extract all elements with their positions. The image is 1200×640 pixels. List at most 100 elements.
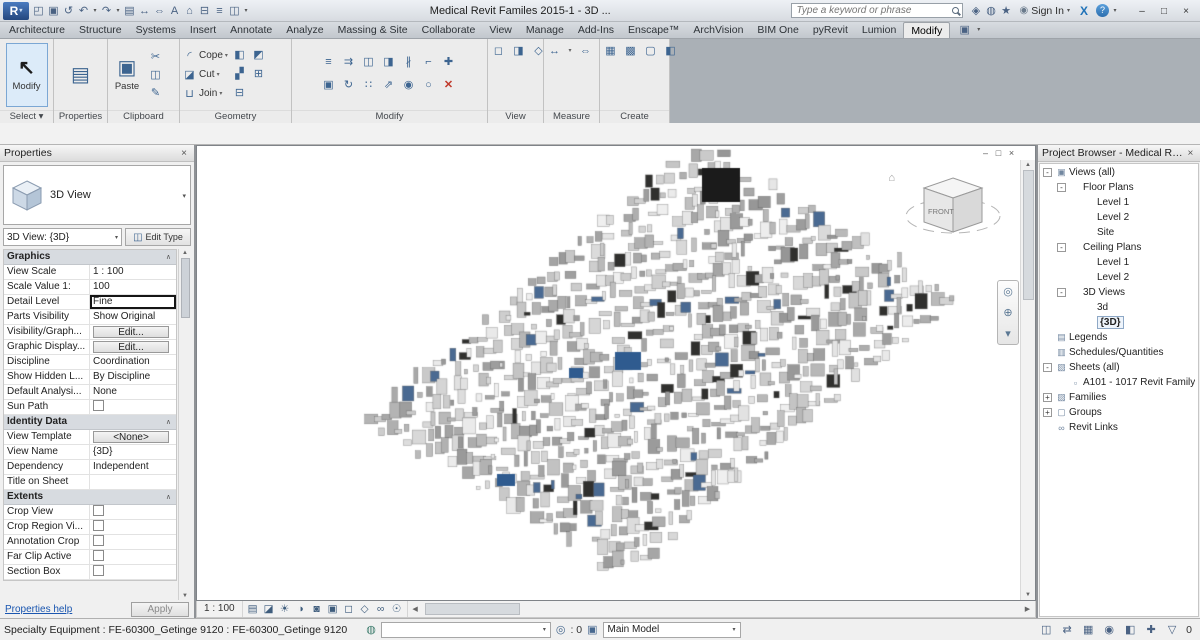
horizontal-scrollbar[interactable]: ◀ ▶ <box>408 601 1035 617</box>
unlocked-3d-view-icon[interactable]: ◇ <box>357 602 373 617</box>
property-value[interactable] <box>90 550 176 564</box>
tree-item[interactable]: - ▣ Views (all) <box>1040 165 1198 180</box>
tree-item-label[interactable]: Site <box>1097 227 1114 238</box>
tree-item-label[interactable]: Level 1 <box>1097 257 1129 268</box>
editing-requests-icon[interactable]: ◎ <box>556 623 566 636</box>
exchange-apps-icon[interactable]: X <box>1080 4 1088 18</box>
panel-label-geometry[interactable]: Geometry <box>180 110 291 123</box>
print-icon[interactable]: ▤ <box>122 3 137 19</box>
search-input[interactable] <box>795 4 950 17</box>
tree-expander-icon[interactable]: + <box>1043 408 1052 417</box>
tab-enscape[interactable]: Enscape™ <box>621 22 686 38</box>
tree-item-label[interactable]: 3D Views <box>1083 287 1125 298</box>
chevron-down-icon[interactable]: ▾ <box>182 192 186 200</box>
unpin-icon[interactable]: ○ <box>420 75 437 91</box>
cope-button[interactable]: ◜ Cope ▾ <box>182 47 228 65</box>
mirror-pick-axis-icon[interactable]: ◫ <box>360 52 377 68</box>
property-value[interactable]: Edit... <box>93 341 169 353</box>
row-sun-path[interactable]: Sun Path <box>4 400 176 415</box>
help-icon[interactable]: ? <box>1096 4 1109 17</box>
tree-item-label[interactable]: Level 2 <box>1097 212 1129 223</box>
tree-item-label[interactable]: Revit Links <box>1069 422 1118 433</box>
communication-center-icon[interactable]: ◍ <box>984 3 999 19</box>
subscription-center-icon[interactable]: ◈ <box>969 3 984 19</box>
tab-insert[interactable]: Insert <box>183 22 223 38</box>
scroll-down-icon[interactable]: ▼ <box>182 593 188 599</box>
row-scale-value[interactable]: Scale Value 1: 100 <box>4 280 176 295</box>
drag-on-selection-icon[interactable]: ✚ <box>1144 622 1158 638</box>
tree-item[interactable]: Level 2 <box>1040 210 1198 225</box>
scroll-up-icon[interactable]: ▲ <box>1025 162 1031 168</box>
tab-annotate[interactable]: Annotate <box>223 22 279 38</box>
tab-collaborate[interactable]: Collaborate <box>415 22 483 38</box>
property-value[interactable]: Show Original <box>90 310 176 324</box>
tree-item-label[interactable]: 3d <box>1097 302 1108 313</box>
tree-expander-icon[interactable]: - <box>1043 168 1052 177</box>
select-links-icon[interactable]: ⇄ <box>1060 622 1074 638</box>
view-scale-button[interactable]: 1 : 100 <box>197 601 243 617</box>
panel-label-clipboard[interactable]: Clipboard <box>108 110 179 123</box>
scroll-left-icon[interactable]: ◀ <box>408 605 423 613</box>
row-section-box[interactable]: Section Box <box>4 565 176 580</box>
row-detail-level[interactable]: Detail Level Fine <box>4 295 176 310</box>
view-instance-dropdown[interactable]: 3D View: {3D} ▾ <box>3 228 122 246</box>
create-assembly-icon[interactable]: ▩ <box>622 43 639 59</box>
match-type-icon[interactable]: ✎ <box>147 85 164 101</box>
visual-style-icon[interactable]: ◪ <box>261 602 277 617</box>
undo-dropdown-icon[interactable]: ▾ <box>91 3 99 19</box>
tab-lumion[interactable]: Lumion <box>855 22 903 38</box>
tree-item[interactable]: ▫ A101 - 1017 Revit Family <box>1040 375 1198 390</box>
tree-item[interactable]: - Ceiling Plans <box>1040 240 1198 255</box>
tree-item[interactable]: {3D} <box>1040 315 1198 330</box>
move-icon[interactable]: ✚ <box>440 52 457 68</box>
tree-item[interactable]: + ▢ Groups <box>1040 405 1198 420</box>
redo-icon[interactable]: ↷ <box>99 3 114 19</box>
tab-analyze[interactable]: Analyze <box>279 22 330 38</box>
property-value[interactable]: Fine <box>90 295 176 309</box>
panel-label-view[interactable]: View <box>488 110 543 123</box>
tree-item[interactable]: - 3D Views <box>1040 285 1198 300</box>
tree-expander-icon[interactable]: - <box>1057 243 1066 252</box>
property-value[interactable]: Coordination <box>90 355 176 369</box>
drawing-viewport[interactable]: –□× ⌂ FRONT ◎⊕▾ ▲ ▼ <box>196 145 1036 601</box>
sun-path-icon[interactable]: ☀ <box>277 602 293 617</box>
tree-item-label[interactable]: Floor Plans <box>1083 182 1134 193</box>
tree-item[interactable]: Level 2 <box>1040 270 1198 285</box>
vertical-scrollbar[interactable]: ▲ ▼ <box>1020 160 1035 600</box>
offset-icon[interactable]: ⇉ <box>340 52 357 68</box>
demolish-icon[interactable]: ▞ <box>231 66 248 82</box>
detail-level-icon[interactable]: ▤ <box>245 602 261 617</box>
help-dropdown-icon[interactable]: ▾ <box>1111 3 1119 19</box>
edit-type-button[interactable]: ◫ Edit Type <box>125 228 191 246</box>
tab-structure[interactable]: Structure <box>72 22 129 38</box>
delete-icon[interactable]: ✕ <box>440 75 457 91</box>
paint-icon[interactable]: ◧ <box>231 47 248 63</box>
row-view-scale[interactable]: View Scale 1 : 100 <box>4 265 176 280</box>
scroll-up-icon[interactable]: ▲ <box>182 250 188 256</box>
default-3d-view-icon[interactable]: ⌂ <box>182 3 197 19</box>
design-option-dropdown[interactable]: Main Model ▾ <box>603 622 741 638</box>
split-face-icon[interactable]: ◩ <box>250 47 267 63</box>
property-value[interactable] <box>90 505 176 519</box>
scroll-right-icon[interactable]: ▶ <box>1020 605 1035 613</box>
worksharing-display-icon[interactable]: ◫ <box>1039 622 1053 638</box>
tree-item-label[interactable]: Level 1 <box>1097 197 1129 208</box>
tab-architecture[interactable]: Architecture <box>2 22 72 38</box>
maximize-button[interactable]: □ <box>1153 3 1175 19</box>
tab-massing-site[interactable]: Massing & Site <box>331 22 415 38</box>
show-rendering-dialog-icon[interactable]: ◙ <box>309 602 325 617</box>
tab-systems[interactable]: Systems <box>129 22 183 38</box>
tree-expander-icon[interactable]: + <box>1043 393 1052 402</box>
align-icon[interactable]: ≡ <box>320 52 337 68</box>
panel-label-select[interactable]: Select ▾ <box>0 110 53 123</box>
tree-item-label[interactable]: Ceiling Plans <box>1083 242 1141 253</box>
mirror-draw-axis-icon[interactable]: ◨ <box>380 52 397 68</box>
select-by-face-icon[interactable]: ◧ <box>1123 622 1137 638</box>
design-options-icon[interactable]: ▣ <box>587 623 597 636</box>
panel-label-properties[interactable]: Properties <box>54 110 107 123</box>
save-icon[interactable]: ▣ <box>46 3 61 19</box>
section-icon[interactable]: ⊟ <box>197 3 212 19</box>
close-button[interactable]: × <box>1175 3 1197 19</box>
row-visibility-graphics[interactable]: Visibility/Graph... Edit... <box>4 325 176 340</box>
panel-label-modify[interactable]: Modify <box>292 110 487 123</box>
